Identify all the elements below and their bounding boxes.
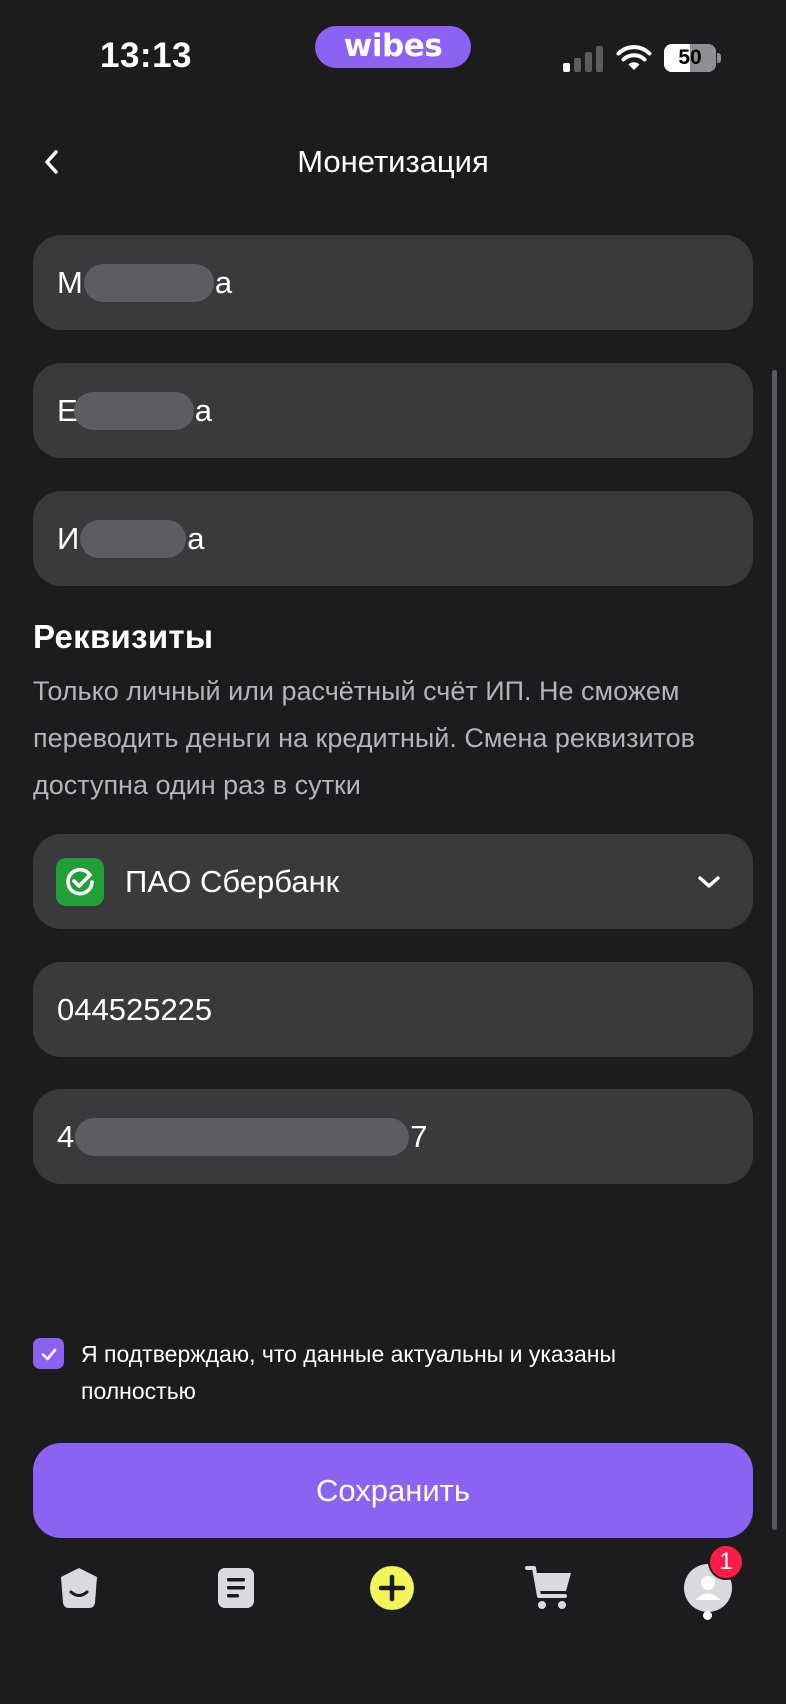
home-face-icon [61, 1568, 97, 1608]
wifi-icon [616, 44, 652, 72]
account-prefix: 4 [57, 1118, 75, 1154]
confirm-checkbox[interactable] [33, 1338, 64, 1369]
first-name-field[interactable]: Е а [33, 363, 753, 458]
requisites-description: Только личный или расчётный счёт ИП. Не … [33, 676, 696, 800]
tab-create[interactable] [362, 1558, 422, 1618]
status-bar: 13:13 wibes 50 [0, 0, 786, 110]
battery-icon: 50 [664, 44, 721, 72]
document-list-icon [218, 1568, 254, 1608]
redacted-mask [80, 519, 187, 558]
plus-circle-icon [370, 1566, 414, 1610]
tab-bar [0, 1550, 786, 1660]
active-tab-indicator [703, 1611, 712, 1620]
redacted-mask [75, 1117, 410, 1156]
tab-cart[interactable] [520, 1558, 580, 1618]
account-suffix: 7 [410, 1118, 428, 1154]
confirm-label: Я подтверждаю, что данные актуальны и ук… [81, 1341, 617, 1404]
bik-value: 044525225 [57, 991, 213, 1027]
middle-name-suffix: а [187, 520, 205, 556]
cart-icon [525, 1566, 571, 1609]
redacted-mask [83, 263, 214, 302]
brand-logo: wibes [315, 26, 471, 68]
brand-name: wibes [343, 27, 443, 64]
tab-home[interactable] [49, 1558, 109, 1618]
last-name-field[interactable]: М а [33, 235, 753, 330]
header: Монетизация [0, 130, 786, 196]
tab-feed[interactable] [206, 1558, 266, 1618]
bank-select[interactable]: ПАО Сбербанк [33, 834, 753, 929]
last-name-suffix: а [214, 264, 233, 300]
middle-name-field[interactable]: И а [33, 491, 753, 586]
sberbank-logo-icon [56, 858, 104, 906]
bank-name: ПАО Сбербанк [125, 864, 340, 899]
status-time: 13:13 [100, 36, 193, 75]
chevron-down-icon [698, 876, 720, 888]
cellular-signal-icon [563, 46, 603, 72]
first-name-suffix: а [194, 392, 212, 428]
account-number-field[interactable]: 4 7 [33, 1089, 753, 1184]
last-name-prefix: М [57, 264, 83, 300]
checkmark-icon [41, 1348, 56, 1360]
battery-percent: 50 [678, 46, 702, 69]
save-button[interactable]: Сохранить [33, 1443, 753, 1538]
requisites-title: Реквизиты [33, 618, 214, 655]
scrollbar[interactable] [772, 370, 777, 1530]
middle-name-prefix: И [57, 520, 80, 556]
notification-badge: 1 [708, 1544, 744, 1580]
redacted-mask [73, 391, 194, 430]
bik-field[interactable]: 044525225 [33, 962, 753, 1057]
page-title: Монетизация [297, 144, 489, 179]
